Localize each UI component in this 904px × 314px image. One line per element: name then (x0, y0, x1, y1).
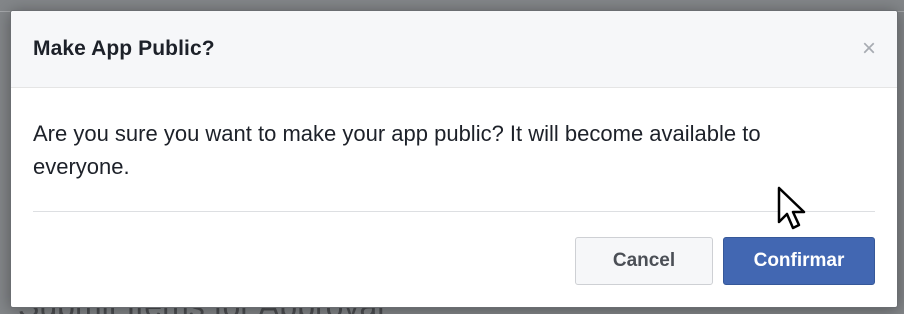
cancel-button[interactable]: Cancel (575, 237, 713, 285)
close-icon[interactable]: × (859, 37, 879, 61)
dialog-title: Make App Public? (33, 37, 215, 60)
make-app-public-dialog: Make App Public? × Are you sure you want… (10, 10, 898, 308)
confirm-button[interactable]: Confirmar (723, 237, 875, 285)
dialog-message: Are you sure you want to make your app p… (33, 121, 761, 179)
cursor-icon (777, 186, 806, 230)
dialog-header: Make App Public? × (11, 11, 897, 88)
footer-divider (33, 211, 875, 212)
